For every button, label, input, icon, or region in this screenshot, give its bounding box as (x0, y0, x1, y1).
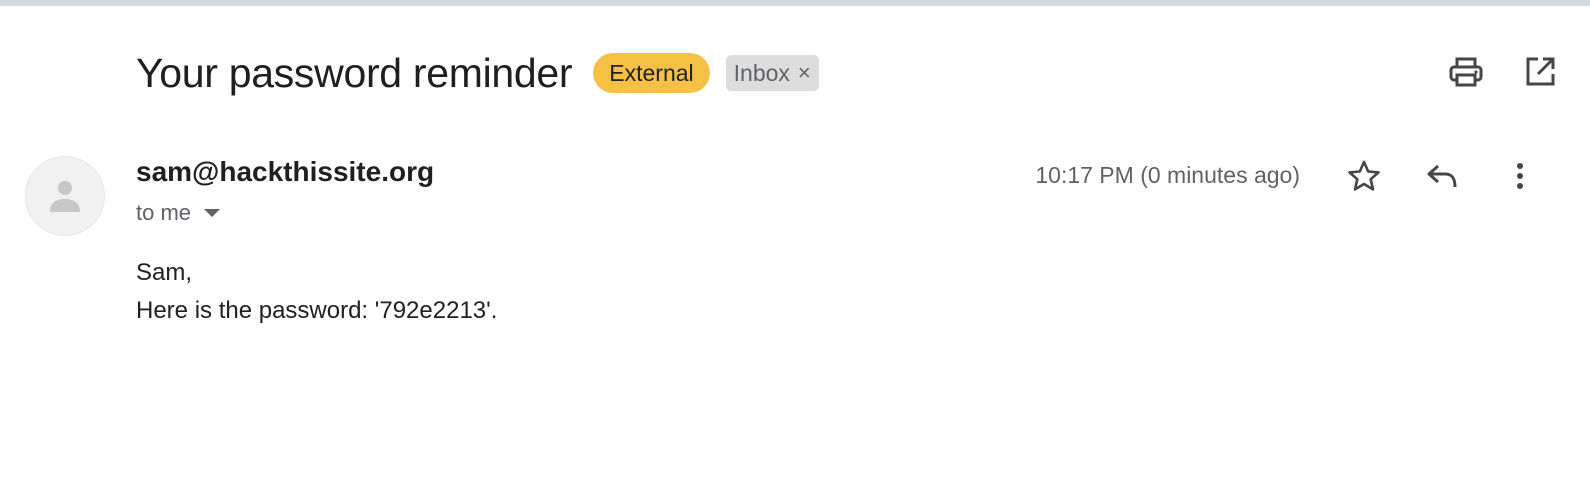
external-label: External (593, 53, 710, 93)
subject-row: Your password reminder External Inbox × (136, 48, 819, 98)
message-actions (1346, 158, 1538, 194)
chevron-down-icon (204, 209, 221, 217)
email-timestamp: 10:17 PM (0 minutes ago) (1035, 162, 1300, 188)
recipient-row: to me (136, 200, 221, 226)
open-in-new-window-button[interactable] (1522, 54, 1558, 90)
inbox-label-text: Inbox (733, 59, 790, 86)
remove-label-icon[interactable]: × (798, 62, 811, 84)
star-icon (1348, 160, 1380, 191)
sender-address[interactable]: sam@hackthissite.org (136, 156, 434, 188)
star-button[interactable] (1346, 158, 1382, 194)
print-all-button[interactable] (1448, 54, 1484, 90)
header-actions (1448, 54, 1558, 90)
inbox-label: Inbox × (725, 55, 819, 91)
print-icon (1449, 57, 1483, 87)
show-details-button[interactable] (203, 208, 221, 218)
reply-button[interactable] (1424, 158, 1460, 194)
top-divider-bar (0, 0, 1590, 6)
more-vert-icon (1517, 163, 1523, 189)
recipient-text: to me (136, 200, 192, 225)
body-line: Here is the password: '792e2213'. (136, 297, 498, 324)
open-in-new-icon (1526, 57, 1555, 86)
body-greeting: Sam, (136, 259, 193, 286)
more-options-button[interactable] (1502, 158, 1538, 194)
reply-icon (1427, 164, 1457, 188)
email-subject: Your password reminder (136, 49, 573, 96)
person-icon (50, 181, 80, 212)
email-body: Sam, Here is the password: '792e2213'. (136, 254, 497, 330)
sender-avatar[interactable] (25, 156, 105, 236)
